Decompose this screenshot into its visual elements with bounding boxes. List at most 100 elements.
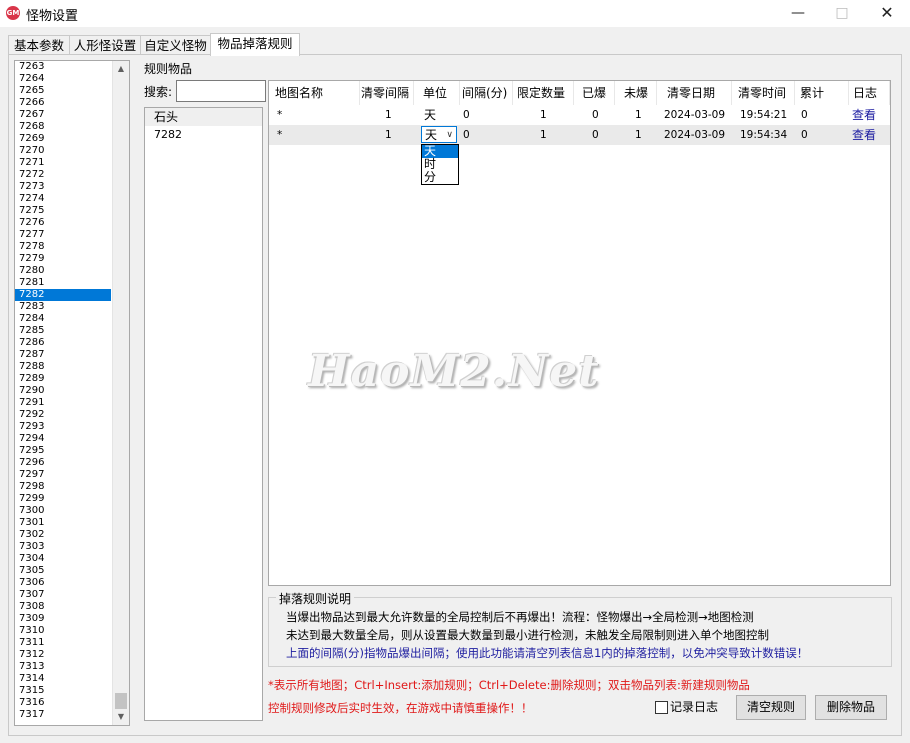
list-item[interactable]: 7315 [15, 685, 111, 697]
list-item[interactable]: 7299 [15, 493, 111, 505]
view-log-link[interactable]: 查看 [852, 105, 876, 125]
maximize-button[interactable]: □ [820, 2, 864, 24]
list-item[interactable]: 7265 [15, 85, 111, 97]
list-item[interactable]: 7295 [15, 445, 111, 457]
list-item[interactable]: 7313 [15, 661, 111, 673]
list-item[interactable]: 7268 [15, 121, 111, 133]
chevron-down-icon[interactable]: ∨ [446, 127, 453, 144]
clear-rules-button[interactable]: 清空规则 [736, 695, 806, 720]
scrollbar-thumb[interactable] [115, 693, 127, 709]
list-item[interactable]: 7317 [15, 709, 111, 721]
column-header-remaining[interactable]: 未爆 [624, 81, 657, 105]
list-item[interactable]: 7264 [15, 73, 111, 85]
column-header-time[interactable]: 清零时间 [738, 81, 795, 105]
rule-items-label: 规则物品 [144, 62, 193, 76]
list-item[interactable]: 7307 [15, 589, 111, 601]
list-item[interactable]: 7294 [15, 433, 111, 445]
list-item[interactable]: 7282 [15, 289, 111, 301]
list-item[interactable]: 7278 [15, 241, 111, 253]
list-item[interactable]: 7292 [15, 409, 111, 421]
list-item[interactable]: 7316 [15, 697, 111, 709]
minimize-button[interactable]: — [776, 2, 820, 24]
list-item[interactable]: 7272 [15, 169, 111, 181]
list-item[interactable]: 7273 [15, 181, 111, 193]
list-item[interactable]: 7283 [15, 301, 111, 313]
cell-time: 19:54:21 [740, 109, 788, 121]
list-item[interactable]: 7300 [15, 505, 111, 517]
cell-map: * [277, 129, 283, 141]
list-item[interactable]: 7314 [15, 673, 111, 685]
list-item[interactable]: 7288 [15, 361, 111, 373]
list-item[interactable]: 7287 [15, 349, 111, 361]
list-item[interactable]: 7309 [15, 613, 111, 625]
list-item[interactable]: 7266 [15, 97, 111, 109]
vertical-scrollbar[interactable]: ▲ ▼ [112, 61, 129, 725]
list-item[interactable]: 7286 [15, 337, 111, 349]
tab-drop-rules[interactable]: 物品掉落规则 [210, 33, 300, 56]
list-item[interactable]: 7282 [145, 126, 262, 144]
list-item[interactable]: 石头 [145, 108, 262, 126]
list-item[interactable]: 7290 [15, 385, 111, 397]
list-item[interactable]: 7285 [15, 325, 111, 337]
list-item[interactable]: 7312 [15, 649, 111, 661]
list-item[interactable]: 7291 [15, 397, 111, 409]
delete-item-button[interactable]: 删除物品 [815, 695, 887, 720]
list-item[interactable]: 7289 [15, 373, 111, 385]
column-header-dropped[interactable]: 已爆 [582, 81, 615, 105]
column-header-total[interactable]: 累计 [800, 81, 849, 105]
list-item[interactable]: 7302 [15, 529, 111, 541]
unit-dropdown-list[interactable]: 天 时 分 [421, 144, 459, 185]
list-item[interactable]: 7275 [15, 205, 111, 217]
rules-grid[interactable]: 地图名称 清零间隔 单位 间隔(分) 限定数量 已爆 未爆 清零日期 清零时间 … [268, 80, 891, 586]
list-item[interactable]: 7267 [15, 109, 111, 121]
column-header-log[interactable]: 日志 [853, 81, 890, 105]
column-header-date[interactable]: 清零日期 [667, 81, 732, 105]
table-row[interactable]: * 1 天 0 1 0 1 2024-03-09 19:54:21 0 查看 [269, 105, 890, 125]
tab-custom-monster[interactable]: 自定义怪物 [140, 35, 211, 55]
list-item[interactable]: 7310 [15, 625, 111, 637]
list-item[interactable]: 7279 [15, 253, 111, 265]
cell-unit[interactable]: 天 [424, 105, 436, 125]
list-item[interactable]: 7277 [15, 229, 111, 241]
list-item[interactable]: 7297 [15, 469, 111, 481]
log-checkbox[interactable] [655, 701, 668, 714]
monster-id-list[interactable]: 7263 7264 7265 7266 7267 7268 7269 7270 7271 7272… [14, 60, 130, 726]
list-item[interactable]: 7301 [15, 517, 111, 529]
unit-option-minute[interactable]: 分 [422, 171, 458, 184]
list-item[interactable]: 7311 [15, 637, 111, 649]
column-header-unit[interactable]: 单位 [423, 81, 460, 105]
unit-dropdown[interactable]: 天 ∨ [421, 126, 457, 143]
column-header-minutes[interactable]: 间隔(分) [462, 81, 513, 105]
rule-item-list[interactable]: 石头 7282 [144, 107, 263, 721]
list-item[interactable]: 7304 [15, 553, 111, 565]
list-item[interactable]: 7280 [15, 265, 111, 277]
scroll-down-icon[interactable]: ▼ [113, 709, 129, 725]
list-item[interactable]: 7269 [15, 133, 111, 145]
column-header-interval[interactable]: 清零间隔 [361, 81, 414, 105]
list-item[interactable]: 7270 [15, 145, 111, 157]
tab-humanoid-monster[interactable]: 人形怪设置 [69, 35, 141, 55]
list-item[interactable]: 7305 [15, 565, 111, 577]
view-log-link[interactable]: 查看 [852, 125, 876, 145]
warning-hint: 控制规则修改后实时生效，在游戏中请慎重操作！！ [268, 701, 533, 715]
scroll-up-icon[interactable]: ▲ [113, 61, 129, 77]
list-item[interactable]: 7281 [15, 277, 111, 289]
list-item[interactable]: 7284 [15, 313, 111, 325]
column-header-map[interactable]: 地图名称 [275, 81, 360, 105]
close-button[interactable]: ✕ [865, 2, 909, 24]
search-input[interactable] [176, 80, 266, 102]
list-item[interactable]: 7293 [15, 421, 111, 433]
list-item[interactable]: 7296 [15, 457, 111, 469]
log-checkbox-label[interactable]: 记录日志 [670, 698, 718, 715]
list-item[interactable]: 7271 [15, 157, 111, 169]
list-item[interactable]: 7298 [15, 481, 111, 493]
list-item[interactable]: 7274 [15, 193, 111, 205]
tab-basic-params[interactable]: 基本参数 [8, 35, 70, 55]
list-item[interactable]: 7308 [15, 601, 111, 613]
list-item[interactable]: 7263 [15, 61, 111, 73]
list-item[interactable]: 7303 [15, 541, 111, 553]
list-item[interactable]: 7306 [15, 577, 111, 589]
list-item[interactable]: 7276 [15, 217, 111, 229]
column-header-limit[interactable]: 限定数量 [517, 81, 574, 105]
table-row[interactable]: * 1 0 1 0 1 2024-03-09 19:54:34 0 查看 [269, 125, 890, 145]
